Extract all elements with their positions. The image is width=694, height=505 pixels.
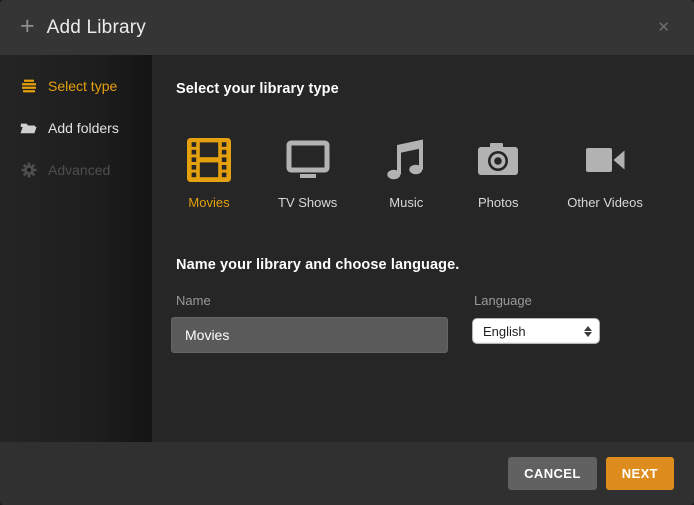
close-icon[interactable]: ✕ — [653, 16, 674, 39]
camera-icon — [475, 137, 521, 183]
library-type-label: Movies — [188, 195, 229, 210]
section-title-library-type: Select your library type — [176, 81, 339, 97]
sidebar: Select type Add folders — [0, 55, 152, 442]
library-type-list: Movies TV Shows — [186, 137, 643, 210]
select-type-lines-icon — [20, 78, 37, 94]
sidebar-item-label: Advanced — [48, 162, 110, 178]
name-field-label: Name — [176, 293, 211, 308]
add-library-dialog: + Add Library ✕ Select type — [0, 0, 694, 505]
select-stepper-icon — [584, 326, 592, 337]
language-field-label: Language — [474, 293, 532, 308]
gear-icon — [20, 162, 37, 178]
tv-icon — [285, 137, 331, 183]
plus-icon: + — [20, 14, 35, 39]
library-type-label: Music — [389, 195, 423, 210]
dialog-header: + Add Library ✕ — [0, 0, 694, 55]
library-name-input[interactable] — [171, 317, 448, 353]
next-button[interactable]: NEXT — [606, 457, 674, 490]
dialog-footer: CANCEL NEXT — [0, 442, 694, 505]
language-select[interactable]: English — [472, 318, 600, 344]
library-type-label: Other Videos — [567, 195, 643, 210]
library-type-photos[interactable]: Photos — [475, 137, 521, 210]
dialog-title: Add Library — [47, 17, 146, 39]
music-note-icon — [383, 137, 429, 183]
language-select-value: English — [483, 324, 584, 339]
sidebar-item-label: Add folders — [48, 120, 119, 136]
library-type-label: TV Shows — [278, 195, 337, 210]
sidebar-item-label: Select type — [48, 78, 117, 94]
sidebar-item-add-folders[interactable]: Add folders — [0, 107, 152, 149]
section-title-name-language: Name your library and choose language. — [176, 257, 459, 273]
library-type-label: Photos — [478, 195, 518, 210]
film-strip-icon — [186, 137, 232, 183]
library-type-movies[interactable]: Movies — [186, 137, 232, 210]
open-folder-icon — [20, 120, 37, 136]
sidebar-item-advanced[interactable]: Advanced — [0, 149, 152, 191]
cancel-button[interactable]: CANCEL — [508, 457, 597, 490]
video-camera-icon — [582, 137, 628, 183]
library-type-music[interactable]: Music — [383, 137, 429, 210]
sidebar-item-select-type[interactable]: Select type — [0, 65, 152, 107]
library-type-tv-shows[interactable]: TV Shows — [278, 137, 337, 210]
main-panel: Select your library type — [152, 55, 694, 442]
library-type-other-videos[interactable]: Other Videos — [567, 137, 643, 210]
